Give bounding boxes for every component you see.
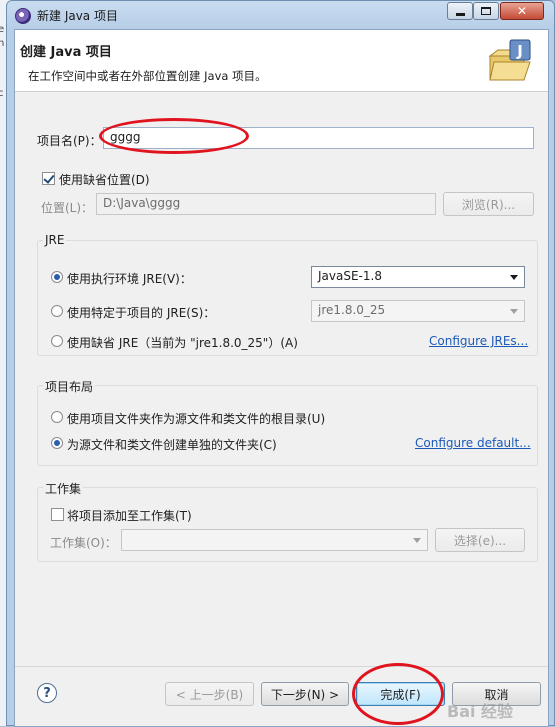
back-button[interactable]: < 上一步(B) [165, 682, 254, 706]
close-button[interactable]: ✕ [500, 2, 544, 20]
java-project-folder-icon: J [488, 39, 531, 81]
location-label: 位置(L)： [41, 201, 94, 215]
browse-button[interactable]: 浏览(R)... [443, 192, 534, 216]
chevron-down-icon [510, 309, 518, 314]
layout-root-folder-radio[interactable] [51, 411, 63, 423]
wizard-banner: 创建 Java 项目 在工作空间中或者在外部位置创建 Java 项目。 J [15, 30, 548, 92]
working-set-select[interactable] [121, 529, 428, 551]
eclipse-icon [15, 8, 31, 24]
working-set-label: 工作集(O)： [50, 536, 117, 550]
jre-default-radio[interactable] [51, 335, 63, 347]
select-working-set-button[interactable]: 选择(e)... [435, 528, 525, 552]
background-text: e [0, 24, 5, 35]
minimize-icon [455, 12, 465, 16]
jre-execution-env-select[interactable]: JavaSE-1.8 [311, 266, 525, 288]
jre-execution-env-label: 使用执行环境 JRE(V)： [67, 272, 192, 286]
jre-project-specific-label: 使用特定于项目的 JRE(S)： [67, 306, 216, 320]
configure-default-link[interactable]: Configure default... [415, 436, 531, 450]
project-layout-group-title: 项目布局 [43, 378, 96, 395]
jre-default-label: 使用缺省 JRE（当前为 "jre1.8.0_25"）(A) [67, 336, 298, 350]
next-button[interactable]: 下一步(N) > [261, 682, 349, 706]
svg-text:J: J [516, 42, 523, 60]
project-name-label: 项目名(P)： [37, 134, 102, 148]
jre-project-specific-value: jre1.8.0_25 [318, 303, 386, 317]
new-java-project-dialog: 新建 Java 项目 ✕ 创建 Java 项目 在工作空间中或者在外部位置创建 … [6, 0, 555, 727]
title-bar[interactable]: 新建 Java 项目 ✕ [7, 1, 554, 29]
layout-root-folder-label: 使用项目文件夹作为源文件和类文件的根目录(U) [67, 412, 326, 426]
dialog-body: 创建 Java 项目 在工作空间中或者在外部位置创建 Java 项目。 J 项目… [14, 29, 549, 727]
layout-separate-folders-radio[interactable] [51, 437, 63, 449]
add-to-working-set-checkbox[interactable] [51, 508, 64, 521]
use-default-location-checkbox[interactable] [42, 172, 55, 185]
banner-title: 创建 Java 项目 [20, 45, 112, 60]
background-text: c [0, 88, 4, 99]
jre-group-title: JRE [43, 233, 67, 247]
jre-project-specific-select[interactable]: jre1.8.0_25 [311, 300, 525, 322]
location-input[interactable]: D:\Java\gggg [96, 193, 436, 215]
jre-execution-env-radio[interactable] [51, 271, 63, 283]
minimize-button[interactable] [447, 2, 473, 20]
window-title: 新建 Java 项目 [37, 9, 118, 23]
watermark: Bai 经验 [447, 702, 514, 721]
help-icon[interactable]: ? [37, 683, 57, 703]
use-default-location-label: 使用缺省位置(D) [59, 173, 150, 187]
chevron-down-icon [510, 275, 518, 280]
maximize-icon [481, 7, 491, 15]
jre-execution-env-value: JavaSE-1.8 [318, 269, 382, 283]
close-icon: ✕ [516, 4, 528, 18]
background-text: n [0, 38, 5, 49]
banner-description: 在工作空间中或者在外部位置创建 Java 项目。 [28, 69, 267, 83]
chevron-down-icon [413, 538, 421, 543]
working-sets-group-title: 工作集 [43, 480, 84, 497]
project-name-input[interactable]: gggg [103, 127, 534, 149]
layout-separate-folders-label: 为源文件和类文件创建单独的文件夹(C) [67, 438, 277, 452]
finish-button[interactable]: 完成(F) [356, 682, 445, 706]
jre-project-specific-radio[interactable] [51, 305, 63, 317]
add-to-working-set-label: 将项目添加至工作集(T) [67, 509, 192, 523]
maximize-button[interactable] [473, 2, 499, 20]
configure-jres-link[interactable]: Configure JREs... [429, 334, 528, 348]
footer-divider [15, 666, 548, 667]
